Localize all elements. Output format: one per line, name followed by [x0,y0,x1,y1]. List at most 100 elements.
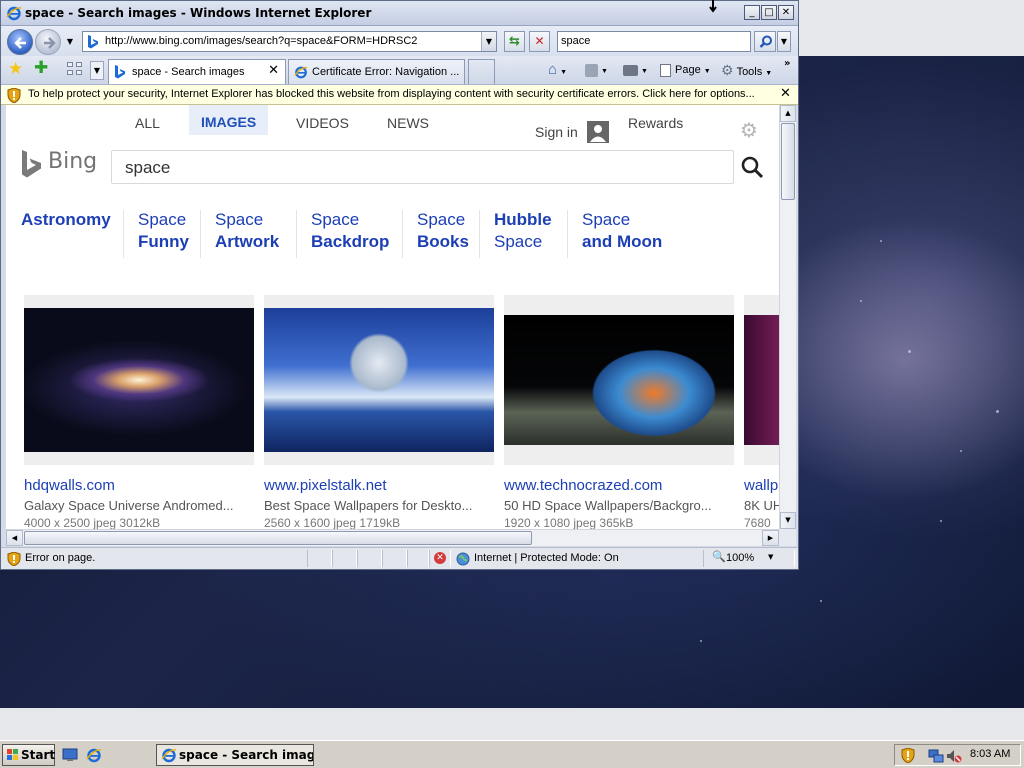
scroll-down-arrow-icon[interactable]: ▼ [780,512,796,529]
stop-button[interactable]: ✕ [529,31,550,52]
related-divider [402,210,403,258]
result-description: 50 HD Space Wallpapers/Backgro... [504,498,712,513]
related-search-space-and-moon[interactable]: Space and Moon [582,209,662,253]
result-domain[interactable]: wallp [744,477,778,494]
result-domain[interactable]: www.pixelstalk.net [264,477,387,494]
feeds-button[interactable]: ▼ [585,61,608,79]
tab-search-images[interactable]: space - Search images ✕ [108,59,286,84]
related-search-space-funny[interactable]: Space Funny [138,209,189,253]
tab-certificate-error[interactable]: Certificate Error: Navigation ... [288,59,465,84]
start-button[interactable]: Start [2,744,55,766]
taskbar-ie-label: space - Search image... [179,748,314,762]
sign-in-link[interactable]: Sign in [535,124,578,140]
nav-news[interactable]: NEWS [387,115,429,131]
back-button[interactable] [7,29,33,55]
bing-logo-mark-icon [22,150,41,178]
scroll-up-arrow-icon[interactable]: ▲ [780,105,796,122]
nav-all[interactable]: ALL [135,115,160,131]
status-cell [307,550,332,567]
gear-icon[interactable]: ⚙ [740,120,758,140]
new-tab-button[interactable] [468,59,495,84]
shield-icon [7,88,21,103]
security-alert-icon[interactable] [901,748,915,763]
bing-logo-text: Bing [48,149,98,174]
bing-favicon [115,65,125,79]
window-title: space - Search images - Windows Internet… [25,6,372,20]
image-thumbnail[interactable] [264,295,494,465]
history-dropdown-button[interactable]: ▼ [64,36,76,48]
home-button[interactable]: ⌂ ▼ [548,61,567,79]
desktop-bottom-band [0,708,1024,740]
warning-icon[interactable] [7,552,21,566]
popup-blocked-cell[interactable]: ✕ [429,550,451,567]
related-search-hubble-space[interactable]: Hubble Space [494,209,552,253]
search-go-button[interactable] [754,31,776,52]
forward-button[interactable] [35,29,61,55]
close-button[interactable]: ✕ [778,5,794,20]
related-search-space-books[interactable]: Space Books [417,209,469,253]
related-line1: Astronomy [21,210,111,229]
tools-menu-button[interactable]: ⚙ Tools ▼ [721,61,772,79]
scroll-right-arrow-icon[interactable]: ▶ [762,530,779,546]
nav-videos[interactable]: VIDEOS [296,115,349,131]
rewards-link[interactable]: Rewards [628,115,683,131]
clock[interactable]: 8:03 AM [970,748,1010,760]
related-search-space-artwork[interactable]: Space Artwork [215,209,279,253]
vertical-scroll-thumb[interactable] [781,123,795,200]
minimize-button[interactable]: _ [744,5,760,20]
taskbar-ie-button[interactable]: space - Search image... [156,744,314,766]
tab-list-dropdown-button[interactable]: ▼ [90,61,104,80]
search-icon [759,35,772,48]
zoom-level[interactable]: 100% [726,552,754,564]
search-icon[interactable] [740,155,764,179]
scroll-left-arrow-icon[interactable]: ◀ [6,530,23,546]
favorites-star-icon[interactable]: ★ [8,61,23,78]
volume-muted-icon[interactable] [946,748,962,764]
back-arrow-icon [14,37,26,49]
tab-command-bar: ★ ✚ ▼ space - Search images ✕ Certificat… [1,56,798,85]
image-thumbnail[interactable] [24,295,254,465]
ie-icon[interactable] [86,747,102,763]
ie-search-box[interactable]: space [557,31,751,52]
bing-search-input[interactable]: space [111,150,734,184]
address-bar[interactable]: http://www.bing.com/images/search?q=spac… [82,31,497,52]
bing-favicon [88,35,98,49]
add-favorites-icon[interactable]: ✚ [34,59,48,78]
vertical-scrollbar[interactable]: ▲ ▼ [779,105,796,529]
quick-tabs-icon[interactable] [67,62,85,78]
address-dropdown-button[interactable]: ▼ [481,32,496,51]
maximize-button[interactable]: □ [761,5,777,20]
desktop-top-band [798,0,1024,56]
result-description: Best Space Wallpapers for Deskto... [264,498,473,513]
ie-icon [294,66,308,79]
zoom-dropdown-icon[interactable]: ▼ [768,553,773,561]
show-desktop-icon[interactable] [62,747,78,763]
information-bar-close-icon[interactable]: ✕ [780,86,791,101]
toolbar-overflow-chevron-icon[interactable]: » [784,58,790,69]
related-divider [479,210,480,258]
result-domain[interactable]: hdqwalls.com [24,477,115,494]
tab-close-icon[interactable]: ✕ [268,63,279,78]
security-zone-text[interactable]: Internet | Protected Mode: On [474,552,619,564]
horizontal-scroll-thumb[interactable] [24,531,532,545]
forward-arrow-icon [44,37,56,49]
network-icon[interactable] [928,748,944,764]
refresh-icon: ⇆ [509,34,520,49]
page-menu-button[interactable]: Page ▼ [660,61,711,79]
refresh-button[interactable]: ⇆ [504,31,525,52]
title-bar[interactable]: space - Search images - Windows Internet… [1,1,798,26]
related-search-space-backdrop[interactable]: Space Backdrop [311,209,389,253]
nav-images[interactable]: IMAGES [189,105,269,135]
user-avatar-icon[interactable] [587,121,609,143]
result-meta: 1920 x 1080 jpeg 365kB [504,516,634,529]
result-domain[interactable]: www.technocrazed.com [504,477,662,494]
search-options-button[interactable]: ▼ [777,31,791,52]
horizontal-scrollbar[interactable]: ◀ ▶ [6,529,779,546]
image-result-card[interactable]: wallp 8K UH 7680 [744,295,779,529]
information-bar[interactable]: To help protect your security, Internet … [1,85,798,105]
image-thumbnail[interactable] [504,295,734,465]
image-thumbnail[interactable] [744,295,779,465]
print-button[interactable]: ▼ [623,61,648,79]
related-search-astronomy[interactable]: Astronomy [21,209,111,231]
related-divider [567,210,568,258]
